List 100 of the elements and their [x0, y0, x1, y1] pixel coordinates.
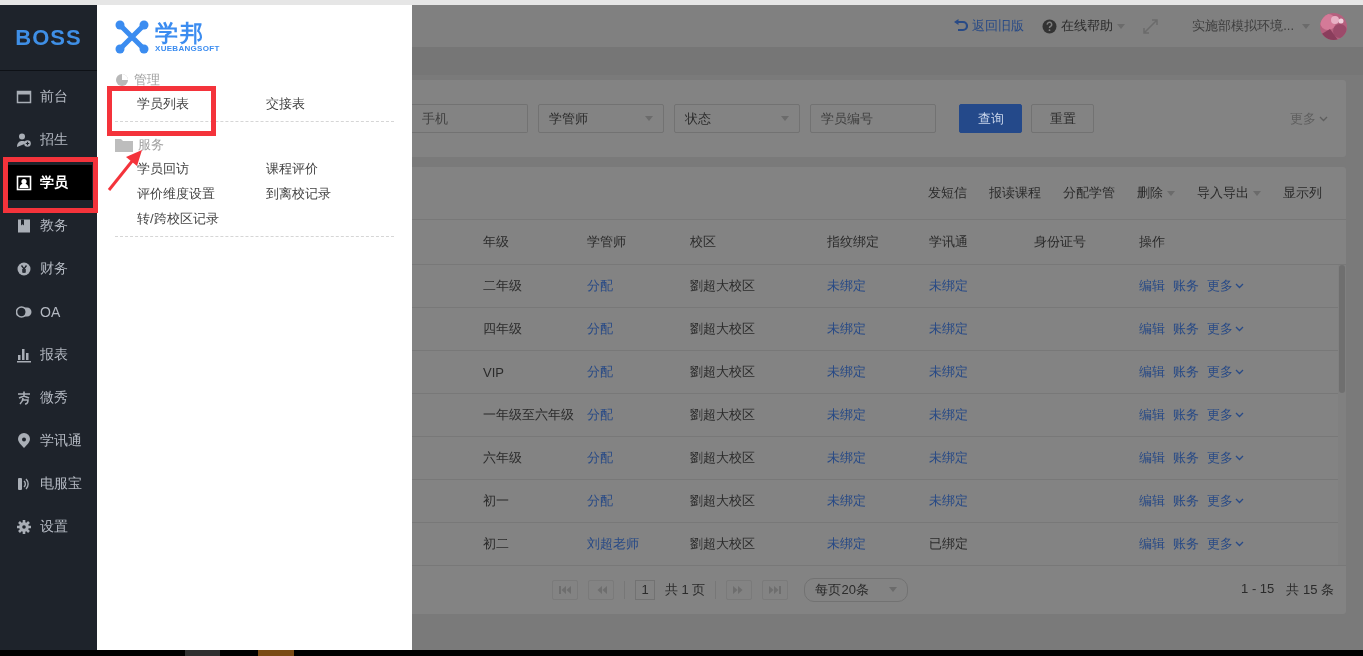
- search-button[interactable]: 查询: [959, 104, 1022, 133]
- column-header: 指纹绑定: [827, 233, 879, 251]
- sidebar-item[interactable]: 报表: [8, 337, 92, 372]
- action-link[interactable]: 更多: [1207, 277, 1244, 295]
- action-link[interactable]: 账务: [1173, 363, 1199, 381]
- reset-button[interactable]: 重置: [1031, 104, 1094, 133]
- action-link[interactable]: 编辑: [1139, 277, 1165, 295]
- sidebar-item[interactable]: 学员: [8, 165, 92, 200]
- window-icon: [16, 88, 32, 105]
- caret-icon: [888, 587, 897, 592]
- binding-status[interactable]: 未绑定: [929, 363, 968, 381]
- sidebar-item[interactable]: 学讯通: [8, 423, 92, 458]
- text-field[interactable]: 学员编号: [810, 104, 936, 133]
- map-pin-icon: [16, 432, 32, 449]
- column-header: 校区: [690, 233, 716, 251]
- action-link[interactable]: 更多: [1207, 535, 1244, 553]
- binding-status[interactable]: 未绑定: [827, 406, 866, 424]
- action-link[interactable]: 更多: [1207, 492, 1244, 510]
- column-header: 年级: [483, 233, 509, 251]
- back-link[interactable]: 返回旧版: [954, 17, 1025, 35]
- menu-link[interactable]: 交接表: [266, 95, 395, 113]
- user-menu[interactable]: 实施部模拟环境...: [1192, 17, 1310, 35]
- menu-link[interactable]: 学员列表: [137, 95, 266, 113]
- undo-icon: [954, 19, 969, 33]
- action-link[interactable]: 更多: [1207, 363, 1244, 381]
- menu-link[interactable]: 到离校记录: [266, 185, 395, 203]
- action-link[interactable]: 账务: [1173, 320, 1199, 338]
- text-field[interactable]: 手机: [412, 104, 528, 133]
- section-title: 管理: [134, 71, 160, 89]
- sidebar-item[interactable]: 电服宝: [8, 466, 92, 501]
- action-link[interactable]: 编辑: [1139, 406, 1165, 424]
- binding-status[interactable]: 未绑定: [929, 406, 968, 424]
- menu-link[interactable]: 转/跨校区记录: [137, 210, 266, 228]
- assign-link[interactable]: 分配: [587, 277, 613, 295]
- action-link[interactable]: 编辑: [1139, 535, 1165, 553]
- toolbar-button[interactable]: 报读课程: [989, 184, 1041, 202]
- toolbar-button[interactable]: 删除: [1137, 184, 1175, 202]
- binding-status[interactable]: 未绑定: [827, 492, 866, 510]
- page-field[interactable]: 1: [635, 579, 655, 600]
- action-link[interactable]: 编辑: [1139, 320, 1165, 338]
- toolbar-button[interactable]: 显示列: [1283, 184, 1322, 202]
- sidebar-item[interactable]: 微秀: [8, 380, 92, 415]
- folder-icon: [115, 138, 133, 152]
- action-link[interactable]: 更多: [1207, 320, 1244, 338]
- assign-link[interactable]: 分配: [587, 492, 613, 510]
- select-field[interactable]: 学管师: [538, 104, 664, 133]
- help-menu[interactable]: 在线帮助: [1042, 17, 1126, 35]
- column-header: 身份证号: [1034, 233, 1086, 251]
- action-link[interactable]: 账务: [1173, 535, 1199, 553]
- action-link[interactable]: 账务: [1173, 449, 1199, 467]
- caret-icon: [1253, 190, 1261, 196]
- table-cell: 劉超大校区: [690, 535, 755, 553]
- action-link[interactable]: 账务: [1173, 277, 1199, 295]
- table-cell: 四年级: [483, 320, 522, 338]
- caret-icon: [781, 116, 789, 121]
- assign-link[interactable]: 分配: [587, 320, 613, 338]
- action-link[interactable]: 账务: [1173, 406, 1199, 424]
- binding-status[interactable]: 未绑定: [827, 535, 866, 553]
- binding-status[interactable]: 未绑定: [929, 449, 968, 467]
- page-size-select[interactable]: 每页20条: [804, 577, 908, 602]
- sidebar-item[interactable]: 教务: [8, 208, 92, 243]
- assign-link[interactable]: 刘超老师: [587, 535, 639, 553]
- toggle-icon: [16, 303, 32, 320]
- binding-status[interactable]: 未绑定: [929, 320, 968, 338]
- help-icon: [1042, 18, 1058, 34]
- action-link[interactable]: 编辑: [1139, 363, 1165, 381]
- sidebar-item[interactable]: 招生: [8, 122, 92, 157]
- binding-status[interactable]: 未绑定: [827, 277, 866, 295]
- action-link[interactable]: 更多: [1207, 449, 1244, 467]
- action-link[interactable]: 账务: [1173, 492, 1199, 510]
- assign-link[interactable]: 分配: [587, 406, 613, 424]
- yen-icon: [16, 260, 32, 277]
- sidebar-item[interactable]: 财务: [8, 251, 92, 286]
- brand-subtitle: XUEBANGSOFT: [155, 45, 220, 53]
- table-cell: 劉超大校区: [690, 277, 755, 295]
- chevron-icon: [1235, 498, 1244, 504]
- person-plus-icon: [16, 131, 32, 148]
- chevron-icon: [1235, 412, 1244, 418]
- select-field[interactable]: 状态: [674, 104, 800, 133]
- assign-link[interactable]: 分配: [587, 449, 613, 467]
- binding-status[interactable]: 未绑定: [827, 363, 866, 381]
- menu-link[interactable]: 课程评价: [266, 160, 395, 178]
- assign-link[interactable]: 分配: [587, 363, 613, 381]
- action-link[interactable]: 更多: [1207, 406, 1244, 424]
- menu-link[interactable]: 评价维度设置: [137, 185, 266, 203]
- toolbar-button[interactable]: 发短信: [928, 184, 967, 202]
- table-cell: 六年级: [483, 449, 522, 467]
- sidebar-item[interactable]: 设置: [8, 509, 92, 544]
- binding-status[interactable]: 未绑定: [929, 492, 968, 510]
- toolbar-button[interactable]: 导入导出: [1197, 184, 1261, 202]
- binding-status[interactable]: 未绑定: [929, 277, 968, 295]
- table-cell: 劉超大校区: [690, 449, 755, 467]
- toolbar-button[interactable]: 分配学管: [1063, 184, 1115, 202]
- binding-status[interactable]: 未绑定: [827, 449, 866, 467]
- menu-link[interactable]: 学员回访: [137, 160, 266, 178]
- binding-status[interactable]: 未绑定: [827, 320, 866, 338]
- action-link[interactable]: 编辑: [1139, 449, 1165, 467]
- sidebar-item[interactable]: 前台: [8, 79, 92, 114]
- sidebar-item[interactable]: OA: [8, 294, 92, 329]
- action-link[interactable]: 编辑: [1139, 492, 1165, 510]
